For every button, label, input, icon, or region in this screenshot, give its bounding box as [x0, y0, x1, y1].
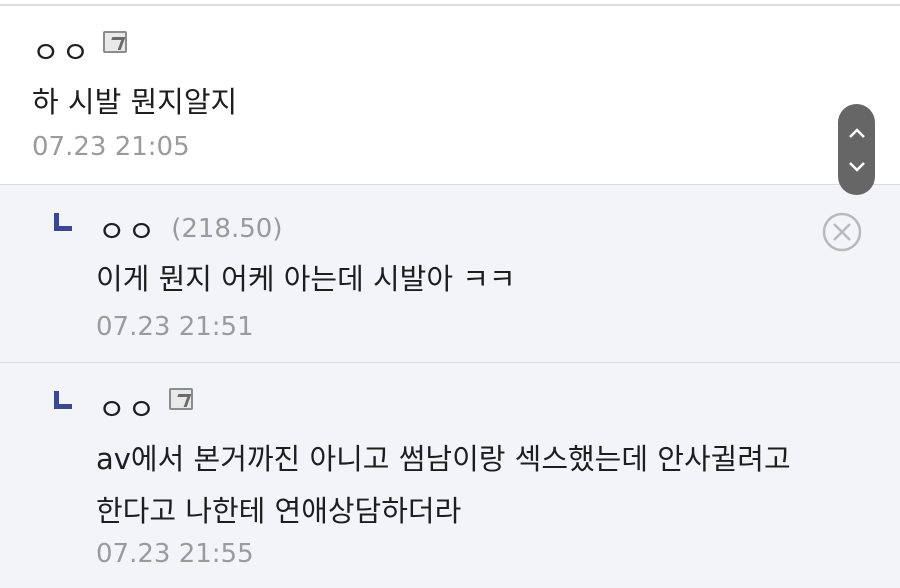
chevron-up-icon: [848, 127, 865, 138]
comment-text: 이게 뭔지 어케 아는데 시발아 ㅋㅋ: [96, 262, 516, 296]
reply-arrow-icon: [54, 391, 72, 409]
comment-time: 07.23 21:05: [32, 132, 190, 162]
fixed-nickname-icon: [169, 388, 194, 410]
scroll-control: [838, 104, 875, 195]
comment-text-line: 한다고 나한테 연애상담하더라: [96, 494, 462, 528]
comment-author[interactable]: ㅇㅇ (218.50): [98, 207, 282, 251]
comment-author[interactable]: ㅇㅇ: [32, 28, 128, 72]
author-ip: (218.50): [171, 214, 283, 244]
chevron-down-icon: [848, 161, 865, 172]
reply-item: ㅇㅇ (218.50) 이게 뭔지 어케 아는데 시발아 ㅋㅋ 07.23 21…: [0, 185, 900, 362]
comment-list: ㅇㅇ 하 시발 뭔지알지 07.23 21:05 ㅇㅇ (218.50) 이게 …: [0, 0, 900, 588]
delete-circle-x-icon[interactable]: [822, 212, 862, 252]
author-name[interactable]: ㅇㅇ: [98, 385, 157, 429]
reply-arrow-icon: [54, 213, 72, 231]
comment-text-line: av에서 본거까진 아니고 썸남이랑 섹스했는데 안사귈려고: [96, 442, 791, 476]
author-name[interactable]: ㅇㅇ: [32, 28, 91, 72]
comment-author[interactable]: ㅇㅇ: [98, 385, 194, 429]
author-name[interactable]: ㅇㅇ: [98, 207, 157, 251]
comment-time: 07.23 21:51: [96, 312, 254, 342]
scroll-down-button[interactable]: [838, 152, 875, 182]
comment-item: ㅇㅇ 하 시발 뭔지알지 07.23 21:05: [0, 6, 900, 184]
scroll-up-button[interactable]: [838, 118, 875, 148]
fixed-nickname-icon: [103, 31, 128, 53]
comment-time: 07.23 21:55: [96, 539, 254, 569]
comment-text: 하 시발 뭔지알지: [32, 85, 238, 119]
reply-item: ㅇㅇ av에서 본거까진 아니고 썸남이랑 섹스했는데 안사귈려고 한다고 나한…: [0, 363, 900, 588]
